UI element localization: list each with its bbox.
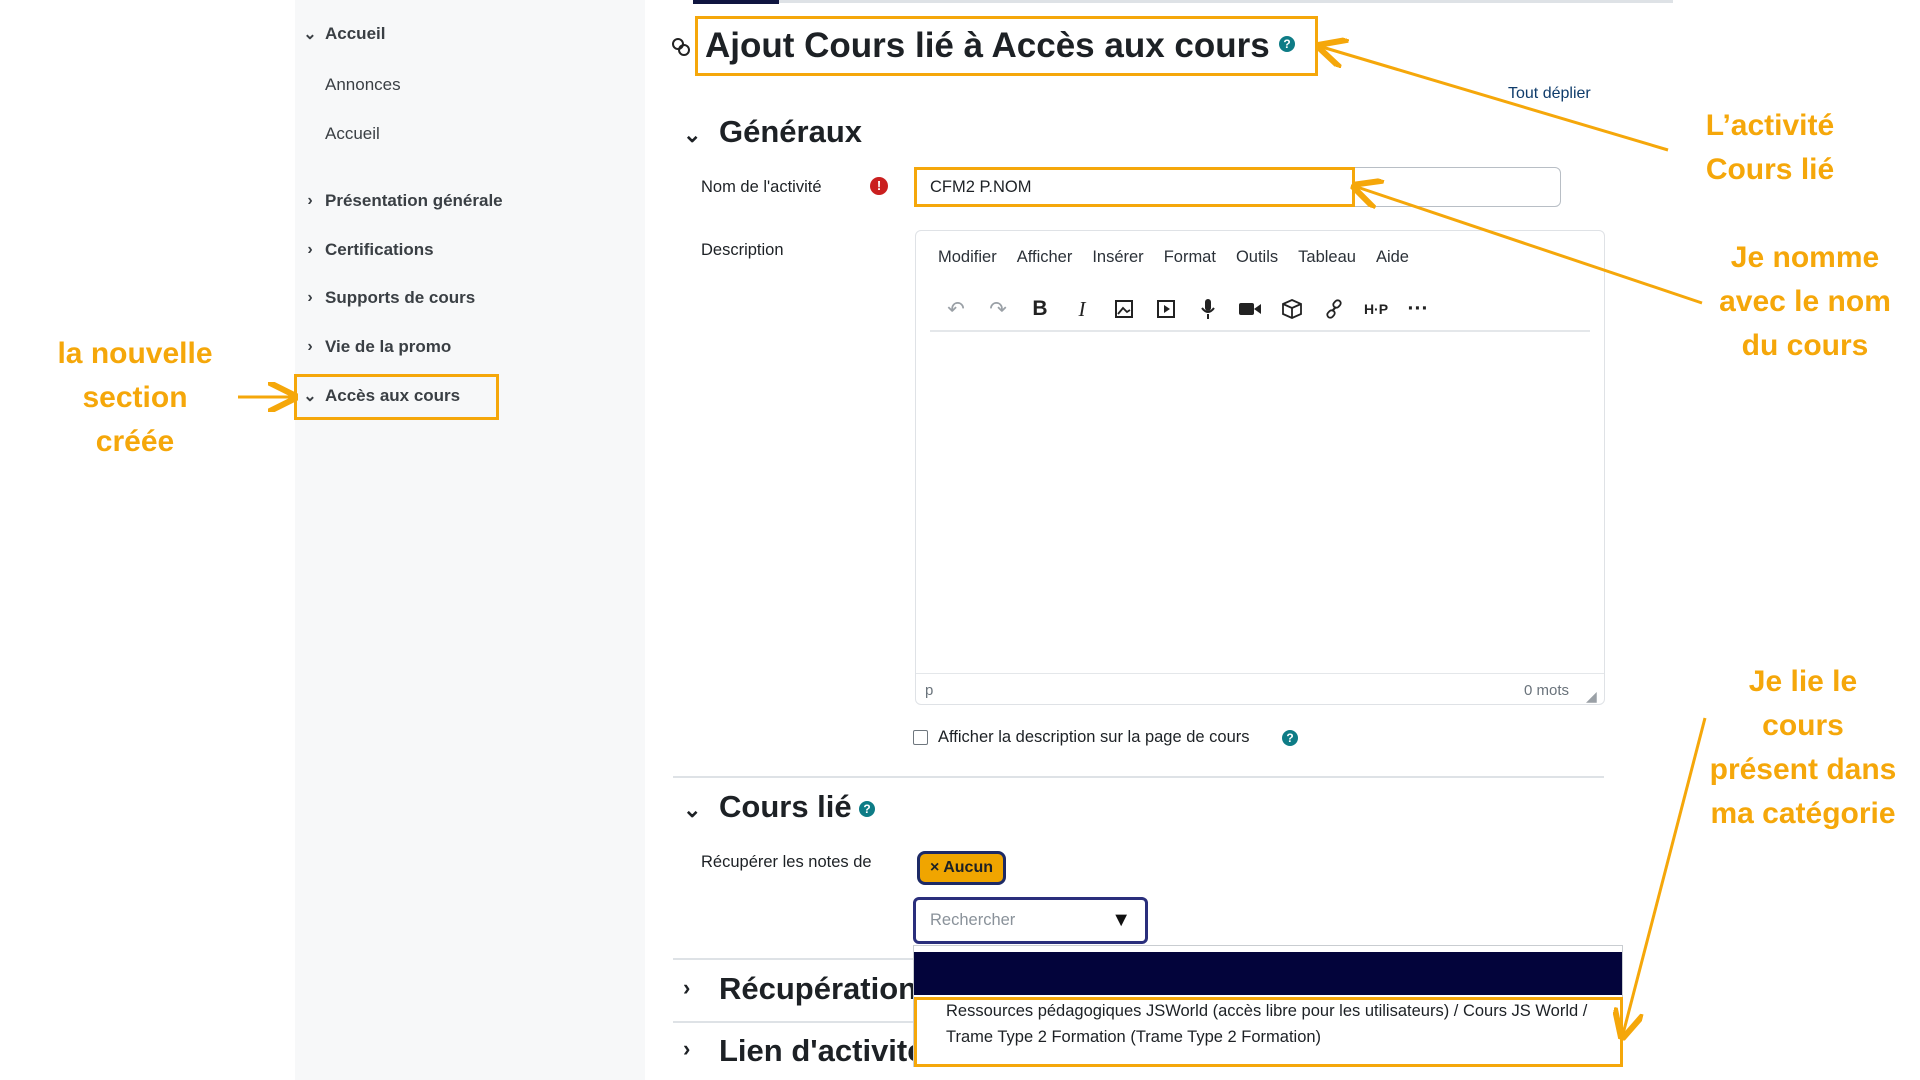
- annotation-new-section: la nouvelle section créée: [57, 337, 213, 458]
- annotation-name-note: Je nomme avec le nom du cours: [1719, 241, 1891, 362]
- annotation-link-note: Je lie le cours présent dans ma catégori…: [1709, 665, 1897, 830]
- annotation-activity: L’activité Cours lié: [1705, 109, 1835, 186]
- annotation-arrows: [238, 0, 1707, 1080]
